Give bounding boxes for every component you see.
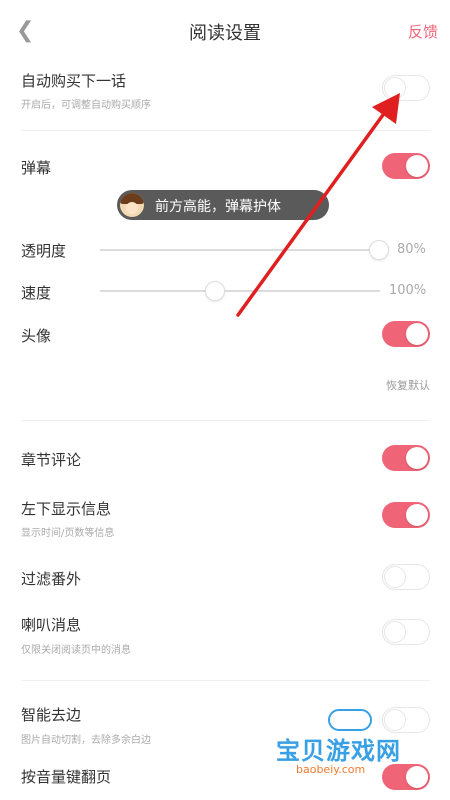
- avatar-label: 头像: [21, 327, 52, 345]
- volume-key-page-label: 按音量键翻页: [21, 768, 112, 786]
- horn-messages-desc: 仅限关闭阅读页中的消息: [21, 645, 131, 656]
- filter-extras-toggle[interactable]: [382, 564, 430, 590]
- setting-avatar: 头像: [0, 313, 450, 353]
- speed-value: 100%: [389, 283, 427, 298]
- filter-extras-label: 过滤番外: [21, 570, 82, 588]
- toggle-knob: [384, 77, 406, 99]
- opacity-value: 80%: [397, 242, 426, 257]
- divider: [21, 130, 430, 131]
- divider: [21, 680, 430, 681]
- opacity-slider-track[interactable]: [100, 249, 380, 251]
- auto-buy-label: 自动购买下一话: [21, 72, 127, 90]
- info-bottom-left-toggle[interactable]: [382, 502, 430, 528]
- feedback-button[interactable]: 反馈: [408, 21, 438, 42]
- setting-danmaku: 弹幕: [0, 145, 450, 185]
- avatar-icon: [120, 193, 144, 217]
- header: ❮ 阅读设置 反馈: [0, 0, 450, 62]
- chapter-comments-toggle[interactable]: [382, 445, 430, 471]
- toggle-knob: [406, 155, 428, 177]
- restore-default-button[interactable]: 恢复默认: [386, 377, 430, 393]
- opacity-slider-thumb[interactable]: [369, 240, 389, 260]
- setting-horn-messages: 喇叭消息 仅限关闭阅读页中的消息: [0, 604, 450, 660]
- auto-buy-desc: 开启后，可调整自动购买顺序: [21, 100, 151, 111]
- toggle-knob: [384, 621, 406, 643]
- danmaku-preview-text: 前方高能，弹幕护体: [155, 199, 281, 215]
- speed-slider-thumb[interactable]: [205, 281, 225, 301]
- opacity-label: 透明度: [21, 242, 67, 260]
- horn-messages-label: 喇叭消息: [21, 616, 82, 634]
- chapter-comments-label: 章节评论: [21, 451, 82, 469]
- setting-chapter-comments: 章节评论: [0, 437, 450, 477]
- watermark-url: baobeiy.com: [296, 763, 366, 776]
- horn-messages-toggle[interactable]: [382, 619, 430, 645]
- setting-info-bottom-left: 左下显示信息 显示时间/页数等信息: [0, 488, 450, 544]
- toggle-knob: [406, 447, 428, 469]
- page-title: 阅读设置: [189, 23, 261, 44]
- info-bottom-left-label: 左下显示信息: [21, 500, 112, 518]
- toggle-knob: [384, 566, 406, 588]
- setting-auto-buy: 自动购买下一话 开启后，可调整自动购买顺序: [0, 62, 450, 132]
- setting-filter-extras: 过滤番外: [0, 556, 450, 596]
- avatar-toggle[interactable]: [382, 321, 430, 347]
- toggle-knob: [406, 504, 428, 526]
- danmaku-toggle[interactable]: [382, 153, 430, 179]
- danmaku-label: 弹幕: [21, 159, 52, 177]
- watermark-text: 宝贝游戏网: [276, 737, 401, 765]
- toggle-knob: [406, 323, 428, 345]
- watermark: 宝贝游戏网 baobeiy.com: [268, 705, 440, 783]
- info-bottom-left-desc: 显示时间/页数等信息: [21, 528, 115, 539]
- danmaku-preview: 前方高能，弹幕护体: [117, 190, 329, 220]
- divider: [21, 420, 430, 421]
- speed-label: 速度: [21, 284, 52, 302]
- smart-crop-desc: 图片自动切割，去除多余白边: [21, 735, 151, 746]
- gamepad-icon: [328, 709, 372, 731]
- speed-slider-track[interactable]: [100, 290, 380, 292]
- auto-buy-toggle[interactable]: [382, 75, 430, 101]
- smart-crop-label: 智能去边: [21, 706, 82, 724]
